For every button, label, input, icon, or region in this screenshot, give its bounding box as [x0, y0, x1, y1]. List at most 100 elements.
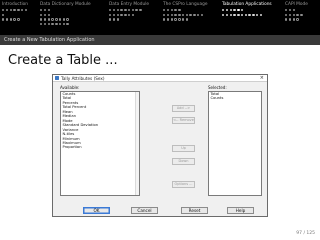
nav-dot[interactable] — [185, 13, 189, 16]
up-button[interactable]: Up — [172, 145, 195, 152]
nav-dot[interactable] — [288, 9, 292, 12]
nav-dot[interactable] — [47, 18, 50, 21]
nav-dot[interactable] — [285, 18, 288, 21]
nav-dot[interactable] — [233, 13, 236, 16]
nav-dot[interactable] — [2, 9, 5, 12]
nav-dot[interactable] — [17, 18, 20, 21]
remove-button[interactable]: <-- Remove — [172, 117, 195, 124]
nav-dot[interactable] — [240, 9, 244, 12]
nav-dot[interactable] — [229, 9, 232, 12]
nav-dot[interactable] — [112, 18, 116, 21]
nav-dot[interactable] — [185, 18, 189, 21]
nav-dot[interactable] — [124, 9, 127, 12]
nav-dot[interactable] — [300, 13, 303, 16]
help-button[interactable]: Help — [227, 207, 254, 214]
nav-dot[interactable] — [197, 13, 200, 16]
nav-dot[interactable] — [163, 13, 166, 16]
nav-dot[interactable] — [166, 9, 170, 12]
nav-dot[interactable] — [66, 18, 69, 21]
nav-dot[interactable] — [170, 13, 173, 16]
cancel-button[interactable]: Cancel — [131, 207, 158, 214]
nav-dot[interactable] — [292, 13, 295, 16]
nav-dot[interactable] — [13, 9, 16, 12]
nav-dot[interactable] — [256, 13, 259, 16]
nav-dot[interactable] — [166, 18, 170, 21]
nav-dot[interactable] — [135, 9, 138, 12]
nav-dot[interactable] — [109, 13, 112, 16]
nav-section-introduction[interactable]: Introduction — [2, 2, 28, 7]
nav-dot[interactable] — [116, 18, 119, 21]
nav-dot[interactable] — [237, 13, 240, 16]
nav-dot[interactable] — [40, 9, 43, 12]
nav-dot[interactable] — [166, 13, 170, 16]
nav-dot[interactable] — [233, 9, 236, 12]
available-listbox[interactable]: Counts Total Percents Total Percent Mean Medi… — [60, 91, 140, 196]
nav-dot[interactable] — [127, 13, 131, 16]
nav-dot[interactable] — [252, 13, 255, 16]
nav-dot[interactable] — [292, 18, 295, 21]
nav-dot[interactable] — [66, 22, 69, 26]
nav-dot[interactable] — [248, 13, 251, 16]
nav-dot[interactable] — [17, 9, 20, 12]
nav-dot[interactable] — [200, 13, 204, 16]
nav-dot[interactable] — [244, 13, 248, 16]
nav-dot[interactable] — [225, 9, 229, 12]
nav-dot[interactable] — [174, 9, 177, 12]
nav-dot[interactable] — [9, 18, 12, 21]
nav-dot[interactable] — [51, 22, 54, 26]
nav-dot[interactable] — [58, 18, 62, 21]
nav-dot[interactable] — [259, 13, 263, 16]
nav-dot[interactable] — [58, 22, 62, 26]
down-button[interactable]: Down — [172, 158, 195, 165]
nav-dot[interactable] — [40, 13, 43, 16]
nav-dot[interactable] — [43, 13, 47, 16]
dialog-titlebar[interactable]: Tally Attributes (Sex) × — [53, 75, 267, 82]
nav-dot[interactable] — [62, 18, 66, 21]
nav-dot[interactable] — [43, 9, 47, 12]
nav-dot[interactable] — [47, 13, 50, 16]
nav-section-data-entry-module[interactable]: Data Entry Module — [109, 2, 149, 7]
nav-dot[interactable] — [178, 18, 181, 21]
nav-dot[interactable] — [43, 18, 47, 21]
nav-dot[interactable] — [24, 9, 28, 12]
nav-dot[interactable] — [9, 9, 12, 12]
nav-dot[interactable] — [112, 9, 116, 12]
nav-dot[interactable] — [222, 13, 225, 16]
nav-dot[interactable] — [229, 13, 232, 16]
nav-dot[interactable] — [163, 9, 166, 12]
nav-dot[interactable] — [55, 22, 58, 26]
nav-dot[interactable] — [2, 13, 5, 16]
nav-section-cspro-language[interactable]: The CSPro Language — [163, 2, 207, 7]
nav-dot[interactable] — [124, 13, 127, 16]
close-icon[interactable]: × — [260, 75, 264, 81]
list-item[interactable]: Counts — [209, 96, 261, 100]
nav-dot[interactable] — [174, 18, 177, 21]
nav-dot[interactable] — [5, 9, 9, 12]
nav-dot[interactable] — [131, 9, 135, 12]
nav-dot[interactable] — [174, 13, 177, 16]
selected-listbox[interactable]: Total Counts — [208, 91, 262, 196]
nav-dot[interactable] — [189, 13, 192, 16]
nav-dot[interactable] — [55, 18, 58, 21]
nav-dot[interactable] — [47, 22, 50, 26]
add-button[interactable]: Add --> — [172, 105, 195, 112]
nav-dot[interactable] — [62, 22, 66, 26]
nav-dot[interactable] — [109, 9, 112, 12]
nav-dot[interactable] — [170, 9, 173, 12]
available-scrollbar[interactable] — [135, 92, 139, 195]
nav-dot[interactable] — [181, 18, 185, 21]
nav-section-tabulation-applications[interactable]: Tabulation Applications — [222, 2, 272, 7]
reset-button[interactable]: Reset — [181, 207, 208, 214]
nav-dot[interactable] — [296, 13, 299, 16]
nav-dot[interactable] — [292, 9, 295, 12]
nav-dot[interactable] — [193, 13, 196, 16]
nav-dot[interactable] — [288, 13, 292, 16]
nav-dot[interactable] — [222, 9, 225, 12]
nav-dot[interactable] — [285, 9, 288, 12]
nav-dot[interactable] — [40, 22, 43, 26]
nav-dot[interactable] — [20, 9, 24, 12]
nav-dot[interactable] — [288, 18, 292, 21]
nav-dot[interactable] — [285, 13, 288, 16]
nav-dot[interactable] — [40, 18, 43, 21]
nav-dot[interactable] — [181, 13, 185, 16]
